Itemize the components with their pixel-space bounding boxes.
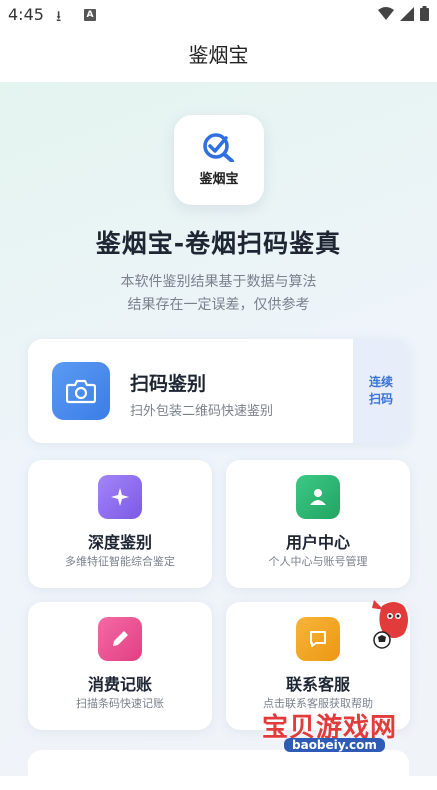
watermark-url: baobeiy.com (284, 738, 385, 752)
app-logo: 鉴烟宝 (174, 115, 264, 205)
main-content: 鉴烟宝 鉴烟宝-卷烟扫码鉴真 本软件鉴别结果基于数据与算法 结果存在一定误差，仅… (0, 82, 437, 790)
chat-icon (296, 617, 340, 661)
tile-subtitle: 扫描条码快速记账 (76, 697, 164, 710)
pencil-icon (98, 617, 142, 661)
status-bar: 4:45 ⭳ A (0, 0, 437, 32)
notification-badge-icon: A (84, 9, 96, 21)
scan-verify-card[interactable]: 扫码鉴别 扫外包装二维码快速鉴别 连续 扫码 (28, 339, 409, 443)
tile-title: 用户中心 (285, 533, 350, 552)
app-title: 鉴烟宝 (188, 43, 249, 67)
tile-subtitle: 个人中心与账号管理 (268, 555, 368, 568)
tile-subtitle: 多维特征智能综合鉴定 (65, 555, 175, 568)
scan-subtitle: 扫外包装二维码快速鉴别 (130, 404, 274, 419)
page-headline: 鉴烟宝-卷烟扫码鉴真 (95, 229, 342, 258)
signal-icon (400, 6, 414, 21)
scan-title: 扫码鉴别 (130, 373, 207, 395)
deep-verify-tile[interactable]: 深度鉴别 多维特征智能综合鉴定 (28, 460, 212, 588)
tile-title: 联系客服 (285, 675, 350, 694)
sparkle-icon (98, 475, 142, 519)
continuous-scan-label-2: 扫码 (368, 392, 393, 406)
continuous-scan-label-1: 连续 (368, 375, 393, 389)
camera-icon (52, 362, 110, 420)
status-time: 4:45 (8, 5, 44, 24)
disclaimer-line-1: 本软件鉴别结果基于数据与算法 (120, 274, 317, 290)
watermark: 宝贝游戏网 baobeiy.com (262, 703, 412, 765)
disclaimer-line-2: 结果存在一定误差，仅供参考 (127, 297, 310, 313)
continuous-scan-button[interactable]: 连续 扫码 (353, 339, 409, 443)
battery-icon (420, 6, 429, 21)
wifi-icon (378, 6, 394, 20)
check-magnifier-icon (203, 133, 234, 163)
user-icon (296, 475, 340, 519)
tile-title: 消费记账 (87, 675, 152, 694)
floating-mascot-icon[interactable] (364, 596, 414, 652)
expense-tile[interactable]: 消费记账 扫描条码快速记账 (28, 602, 212, 730)
user-center-tile[interactable]: 用户中心 个人中心与账号管理 (226, 460, 410, 588)
download-icon: ⭳ (56, 7, 62, 25)
logo-label: 鉴烟宝 (199, 172, 239, 187)
app-bar: 鉴烟宝 (0, 32, 437, 82)
tile-title: 深度鉴别 (87, 533, 152, 552)
